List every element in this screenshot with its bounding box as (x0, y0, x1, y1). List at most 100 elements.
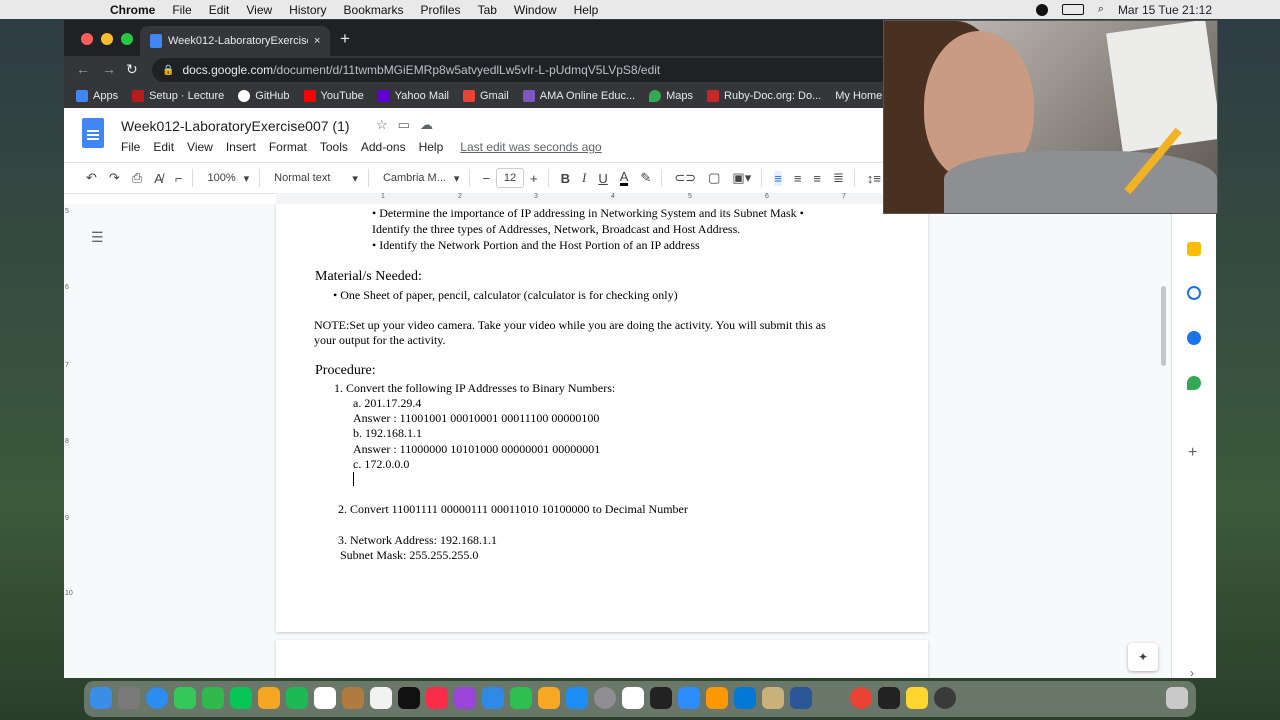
tasks-icon[interactable] (1187, 286, 1201, 300)
url-field[interactable]: 🔒 docs.google.com/document/d/11twmbMGiEM… (152, 58, 912, 82)
bookmark-setup-lecture[interactable]: Setup · Lecture (132, 90, 224, 102)
outline-icon[interactable]: ☰ (91, 229, 104, 246)
close-window-button[interactable] (81, 33, 93, 45)
menu-bookmarks[interactable]: Bookmarks (344, 3, 404, 17)
vscode-icon[interactable] (734, 687, 756, 709)
bookmark-yahoo-mail[interactable]: Yahoo Mail (377, 90, 449, 102)
docs-menu-edit[interactable]: Edit (153, 140, 174, 154)
numbers-icon[interactable] (510, 687, 532, 709)
minimize-window-button[interactable] (101, 33, 113, 45)
font-select[interactable]: Cambria M... ▾ (383, 172, 460, 185)
calendar-icon[interactable] (314, 687, 336, 709)
bookmark-ruby-doc[interactable]: Ruby-Doc.org: Do... (707, 90, 821, 102)
terminal-icon[interactable] (650, 687, 672, 709)
document-page-next[interactable] (276, 640, 928, 678)
new-tab-button[interactable]: + (340, 29, 350, 49)
docs-menu-file[interactable]: File (121, 140, 140, 154)
align-right-icon[interactable]: ≡ (813, 171, 821, 186)
notes-icon[interactable] (342, 687, 364, 709)
bookmark-github[interactable]: GitHub (238, 90, 290, 102)
paint-format-icon[interactable]: ⌐ (175, 171, 183, 186)
appstore-icon[interactable] (566, 687, 588, 709)
keynote-icon[interactable] (482, 687, 504, 709)
maps-icon[interactable] (1187, 376, 1201, 390)
zoom-icon[interactable] (678, 687, 700, 709)
zoom-select[interactable]: 100% ▾ (207, 172, 249, 185)
star-icon[interactable]: ☆ (376, 117, 388, 133)
trash-icon[interactable] (1166, 687, 1188, 709)
docs-logo-icon[interactable] (82, 118, 104, 148)
italic-icon[interactable]: I (582, 170, 586, 186)
menu-file[interactable]: File (172, 3, 191, 17)
search-icon[interactable]: ⌕ (1098, 3, 1104, 16)
menu-app[interactable]: Chrome (110, 3, 155, 17)
back-icon[interactable]: ← (76, 61, 90, 77)
mail-icon[interactable] (762, 687, 784, 709)
style-select[interactable]: Normal text ▾ (274, 172, 358, 185)
document-page[interactable]: • Determine the importance of IP address… (276, 204, 928, 632)
messages-icon[interactable] (174, 687, 196, 709)
horizontal-ruler[interactable]: 1 2 3 4 5 6 7 (276, 193, 930, 203)
docs-menu-view[interactable]: View (187, 140, 213, 154)
bookmark-ama[interactable]: AMA Online Educ... (522, 90, 635, 102)
doc-title[interactable]: Week012-LaboratoryExercise007 (1) (121, 118, 350, 134)
finder-icon[interactable] (90, 687, 112, 709)
zoom-window-button[interactable] (121, 33, 133, 45)
photos-icon[interactable] (258, 687, 280, 709)
line-spacing-icon[interactable]: ↕≡ (867, 171, 881, 186)
slack-icon[interactable] (622, 687, 644, 709)
docs-menu-insert[interactable]: Insert (226, 140, 256, 154)
bookmark-youtube[interactable]: YouTube (303, 90, 364, 102)
redo-icon[interactable]: ↷ (109, 170, 120, 186)
image-icon[interactable]: ▣▾ (732, 170, 751, 186)
vertical-ruler[interactable]: 5 6 7 8 9 10 (64, 204, 74, 678)
align-center-icon[interactable]: ≡ (794, 171, 802, 186)
spotify-icon[interactable] (286, 687, 308, 709)
reminders-icon[interactable] (370, 687, 392, 709)
docs-menu-format[interactable]: Format (269, 140, 307, 154)
clock-text[interactable]: Mar 15 Tue 21:12 (1118, 3, 1212, 17)
scrollbar[interactable] (1161, 286, 1166, 366)
highlight-icon[interactable]: ✎ (640, 170, 651, 186)
music-icon[interactable] (426, 687, 448, 709)
bookmark-apps[interactable]: Apps (76, 90, 118, 102)
bold-icon[interactable]: B (561, 171, 570, 186)
chrome-icon[interactable] (850, 687, 872, 709)
chevron-right-icon[interactable]: › (1190, 666, 1194, 678)
facetime-icon[interactable] (202, 687, 224, 709)
justify-icon[interactable]: ≣ (833, 170, 844, 186)
menu-edit[interactable]: Edit (209, 3, 230, 17)
cloud-icon[interactable]: ☁ (420, 117, 433, 133)
folder-icon[interactable]: ▭ (398, 117, 410, 133)
docs-menu-help[interactable]: Help (419, 140, 444, 154)
battery-icon[interactable] (1061, 4, 1084, 15)
explore-icon[interactable]: ✦ (1128, 643, 1158, 671)
menu-tab[interactable]: Tab (478, 3, 497, 17)
bookmark-gmail[interactable]: Gmail (463, 90, 509, 102)
pages-icon[interactable] (538, 687, 560, 709)
settings-icon[interactable] (594, 687, 616, 709)
menu-profiles[interactable]: Profiles (421, 3, 461, 17)
plus-icon[interactable]: + (1188, 444, 1197, 462)
word-icon[interactable] (790, 687, 812, 709)
docs-menu-tools[interactable]: Tools (320, 140, 348, 154)
line-icon[interactable] (230, 687, 252, 709)
print-icon[interactable]: ⎙ (132, 170, 142, 186)
docs-menu-addons[interactable]: Add-ons (361, 140, 406, 154)
record-icon[interactable] (1035, 3, 1048, 16)
spellcheck-icon[interactable]: A̸ (154, 171, 163, 186)
undo-icon[interactable]: ↶ (86, 170, 97, 186)
link-icon[interactable]: ⊂⊃ (674, 170, 696, 186)
text-color-icon[interactable]: A (619, 170, 629, 186)
monitor-icon[interactable] (934, 687, 956, 709)
last-edit-link[interactable]: Last edit was seconds ago (460, 140, 601, 154)
tab-docs[interactable]: Week012-LaboratoryExercise0 × (140, 26, 330, 56)
podcasts-icon[interactable] (454, 687, 476, 709)
increase-font-icon[interactable]: + (530, 171, 538, 186)
close-tab-icon[interactable]: × (314, 35, 320, 47)
menu-help[interactable]: Help (574, 3, 599, 17)
contacts-icon[interactable] (1187, 331, 1201, 345)
reload-icon[interactable]: ↻ (126, 61, 138, 78)
menu-view[interactable]: View (246, 3, 272, 17)
tv-icon[interactable] (398, 687, 420, 709)
